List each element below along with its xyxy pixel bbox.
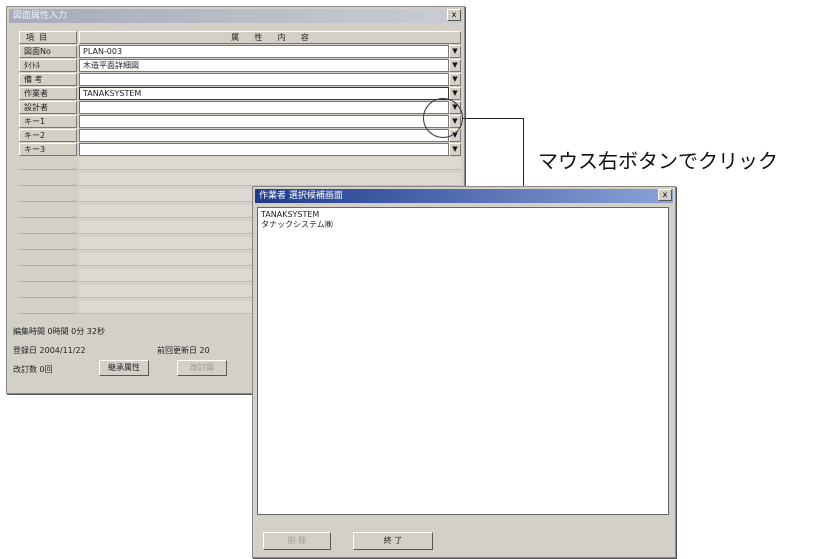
empty-label-cell	[19, 285, 77, 298]
inherit-attributes-button[interactable]: 継承属性	[99, 360, 149, 376]
popup-close-button[interactable]: x	[658, 189, 672, 201]
empty-label-cell	[19, 189, 77, 202]
empty-label-cell	[19, 237, 77, 250]
list-item[interactable]: TANAKSYSTEM	[261, 210, 665, 220]
field-key2[interactable]	[79, 129, 449, 142]
label-drawing-no: 図面No	[19, 45, 77, 58]
field-key1[interactable]	[79, 115, 449, 128]
label-remarks: 備 考	[19, 73, 77, 86]
row-designer: 設計者 ▼	[19, 101, 461, 115]
field-drawing-no[interactable]: PLAN-003	[79, 45, 449, 58]
dropdown-title[interactable]: ▼	[449, 59, 461, 72]
popup-title: 作業者 選択候補画面	[255, 189, 673, 203]
label-title: ﾀｲﾄﾙ	[19, 59, 77, 72]
row-worker: 作業者 TANAKSYSTEM ▼	[19, 87, 461, 101]
label-designer: 設計者	[19, 101, 77, 114]
list-item[interactable]: タナックシステム㈱	[261, 220, 665, 230]
callout-line-horizontal	[462, 118, 524, 119]
empty-value-cell	[79, 173, 461, 186]
empty-label-cell	[19, 301, 77, 314]
row-key1: キー1 ▼	[19, 115, 461, 129]
update-date: 前回更新日 20	[157, 346, 210, 355]
row-key3: キー3 ▼	[19, 143, 461, 157]
row-title: ﾀｲﾄﾙ 木造平面詳細図 ▼	[19, 59, 461, 73]
revision-count: 改訂数 0回	[13, 365, 53, 374]
field-worker[interactable]: TANAKSYSTEM	[79, 87, 449, 100]
close-ok-button[interactable]: 終 了	[353, 532, 433, 550]
empty-row	[19, 157, 461, 171]
header-content: 属 性 内 容	[79, 31, 461, 44]
header-item: 項 目	[19, 31, 77, 44]
empty-label-cell	[19, 221, 77, 234]
highlight-circle	[423, 98, 463, 138]
edit-time: 編集時間 0時間 0分 32秒	[13, 327, 105, 336]
row-drawing-no: 図面No PLAN-003 ▼	[19, 45, 461, 59]
field-key3[interactable]	[79, 143, 449, 156]
dropdown-key3[interactable]: ▼	[449, 143, 461, 156]
row-remarks: 備 考 ▼	[19, 73, 461, 87]
dropdown-remarks[interactable]: ▼	[449, 73, 461, 86]
field-remarks[interactable]	[79, 73, 449, 86]
empty-row	[19, 173, 461, 187]
label-key3: キー3	[19, 143, 77, 156]
empty-label-cell	[19, 157, 77, 170]
empty-label-cell	[19, 205, 77, 218]
empty-label-cell	[19, 173, 77, 186]
main-title: 図面属性入力	[9, 9, 462, 23]
delete-button[interactable]: 削 除	[263, 532, 331, 550]
candidate-list[interactable]: TANAKSYSTEM タナックシステム㈱	[257, 207, 669, 515]
callout-line-vertical	[523, 118, 524, 186]
row-key2: キー2 ▼	[19, 129, 461, 143]
candidate-select-window: 作業者 選択候補画面 x TANAKSYSTEM タナックシステム㈱ 削 除 終…	[252, 186, 676, 558]
empty-label-cell	[19, 253, 77, 266]
label-worker: 作業者	[19, 87, 77, 100]
field-designer[interactable]	[79, 101, 449, 114]
annotation-text: マウス右ボタンでクリック	[538, 149, 778, 173]
empty-label-cell	[19, 269, 77, 282]
label-key1: キー1	[19, 115, 77, 128]
main-close-button[interactable]: x	[447, 9, 461, 21]
field-title[interactable]: 木造平面詳細図	[79, 59, 449, 72]
grid-header: 項 目 属 性 内 容	[19, 31, 461, 45]
empty-value-cell	[79, 157, 461, 170]
dropdown-worker[interactable]: ▼	[449, 87, 461, 100]
dropdown-drawing-no[interactable]: ▼	[449, 45, 461, 58]
register-date: 登録日 2004/11/22	[13, 346, 86, 355]
revision-drawing-button[interactable]: 改訂図	[177, 360, 227, 376]
label-key2: キー2	[19, 129, 77, 142]
